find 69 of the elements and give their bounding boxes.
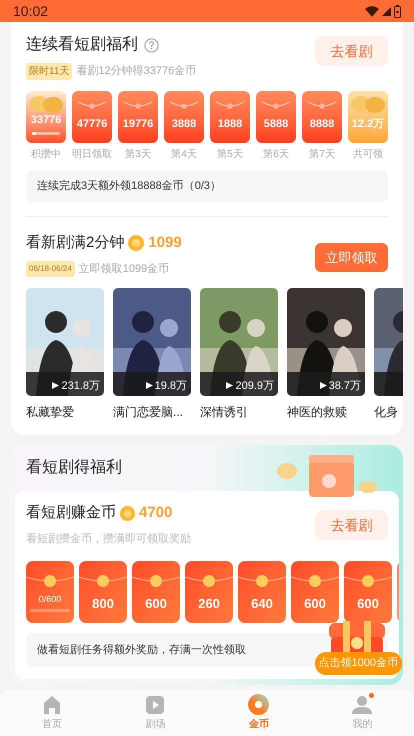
coins-icon (26, 93, 66, 113)
reward-amount: 19776 (122, 119, 154, 130)
bonus-notice: 连续完成3天额外领18888金币（0/3） (26, 170, 388, 202)
section-title: 看新剧满2分钟 (26, 233, 124, 253)
reward-amount: 33776 (30, 115, 62, 126)
reward-amount: 3888 (170, 119, 198, 130)
status-time: 10:02 (13, 2, 48, 20)
reward-amount: 1888 (216, 119, 244, 130)
coin-icon (128, 235, 144, 252)
day-label: 第3天 (125, 148, 151, 162)
day-label: 第7天 (309, 148, 335, 162)
reward-amount: 0/600 (38, 595, 62, 604)
task-title: 看短剧赚金币 (26, 503, 116, 523)
reward-amount: 12.2万 (350, 119, 386, 130)
day-label: 第5天 (217, 148, 243, 162)
reward-amount: 600 (303, 597, 327, 610)
day-label: 第4天 (171, 148, 197, 162)
task-subtitle: 看短剧攒金币，攒满即可领取奖励 (26, 532, 191, 546)
reward-amount: 47776 (76, 119, 108, 130)
drama-title[interactable]: 深情诱引 (200, 403, 278, 421)
tab-item[interactable]: 金币 (207, 690, 310, 736)
date-tag: 06/18-06/24 (26, 260, 75, 277)
home-icon (42, 694, 62, 714)
drama-title[interactable]: 化身 (374, 403, 403, 421)
section-subtitle: 立即领取1099金币 (78, 262, 170, 276)
day-label: 第6天 (263, 148, 289, 162)
claim-coins-button[interactable]: 点击领1000金币 (314, 652, 402, 675)
play-icon (52, 382, 60, 390)
section-title: 看短剧得福利 (26, 458, 122, 478)
coin-amount: 1099 (148, 233, 182, 253)
reward-amount: 600 (144, 597, 168, 610)
coin-icon (248, 694, 270, 715)
wifi-icon (365, 6, 379, 16)
tab-item[interactable]: 我的 (310, 690, 414, 736)
coin-icon (120, 506, 135, 521)
reward-amount: 800 (91, 597, 115, 610)
day-label: 积攒中 (31, 148, 61, 162)
play-icon (320, 382, 327, 390)
time-limit-tag: 限时11天 (26, 63, 72, 80)
watch-button[interactable]: 去看剧 (315, 510, 388, 540)
user-icon (352, 694, 372, 714)
watch-button[interactable]: 去看剧 (315, 36, 388, 66)
day-label: 明日领取 (72, 148, 112, 162)
reward-amount: 600 (356, 597, 380, 610)
play-icon (145, 694, 166, 714)
coins-icon (348, 93, 388, 113)
reward-amount: 5888 (262, 119, 290, 130)
view-count: 231.8万 (61, 378, 100, 394)
drama-title[interactable]: 私藏挚爱 (26, 403, 104, 421)
play-icon (146, 382, 153, 390)
view-count: 209.9万 (235, 378, 274, 394)
tab-item[interactable]: 剧场 (104, 690, 207, 736)
battery-icon (394, 4, 401, 18)
drama-title[interactable]: 满门恋爱脑... (113, 403, 191, 421)
reward-amount: 260 (197, 597, 221, 610)
drama-title[interactable]: 神医的救赎 (287, 403, 365, 421)
reward-amount: 640 (250, 597, 274, 610)
claim-button[interactable]: 立即领取 (315, 243, 388, 272)
view-count: 38.7万 (328, 378, 361, 394)
section-title: 连续看短剧福利 (26, 34, 138, 55)
reward-amount: 8888 (308, 119, 336, 130)
tab-item[interactable]: 首页 (0, 690, 104, 736)
coin-amount: 4700 (139, 503, 172, 523)
day-label: 共可领 (353, 148, 383, 162)
view-count: 19.8万 (154, 378, 187, 394)
play-icon (226, 382, 234, 390)
signal-icon (382, 6, 391, 16)
section-subtitle: 看剧12分钟得33776金币 (76, 64, 196, 80)
help-icon[interactable] (144, 38, 159, 52)
